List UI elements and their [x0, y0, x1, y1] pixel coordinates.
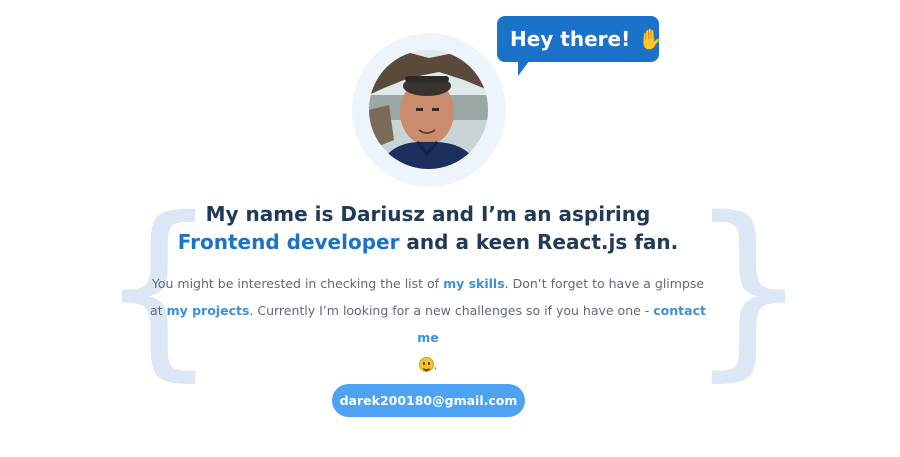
- greeting-text: Hey there!: [510, 27, 631, 51]
- profile-photo: [369, 50, 488, 169]
- bubble-tail: [518, 60, 530, 76]
- intro-heading: My name is Dariusz and I’m an aspiring F…: [150, 200, 706, 256]
- intro-description: You might be interested in checking the …: [150, 270, 706, 378]
- skills-link[interactable]: my skills: [443, 276, 505, 291]
- intro-line2: and a keen React.js fan.: [399, 230, 679, 254]
- desc-part3: . Currently I’m looking for a new challe…: [249, 303, 654, 318]
- waving-hand-icon: ✋: [638, 27, 664, 51]
- projects-link[interactable]: my projects: [167, 303, 250, 318]
- greeting-bubble: Hey there! ✋: [497, 16, 663, 62]
- avatar: [369, 50, 488, 169]
- email-button[interactable]: darek200180@gmail.com: [332, 384, 525, 417]
- intro-role: Frontend developer: [177, 230, 400, 254]
- smiley-icon: [418, 357, 434, 372]
- right-brace: }: [688, 177, 809, 398]
- hero-section: Hey there! ✋ { } My name is Dariusz and I…: [0, 0, 900, 457]
- desc-part4: .: [433, 357, 438, 372]
- intro-line1: My name is Dariusz and I’m an aspiring: [205, 202, 651, 226]
- desc-part1: You might be interested in checking the …: [151, 276, 444, 291]
